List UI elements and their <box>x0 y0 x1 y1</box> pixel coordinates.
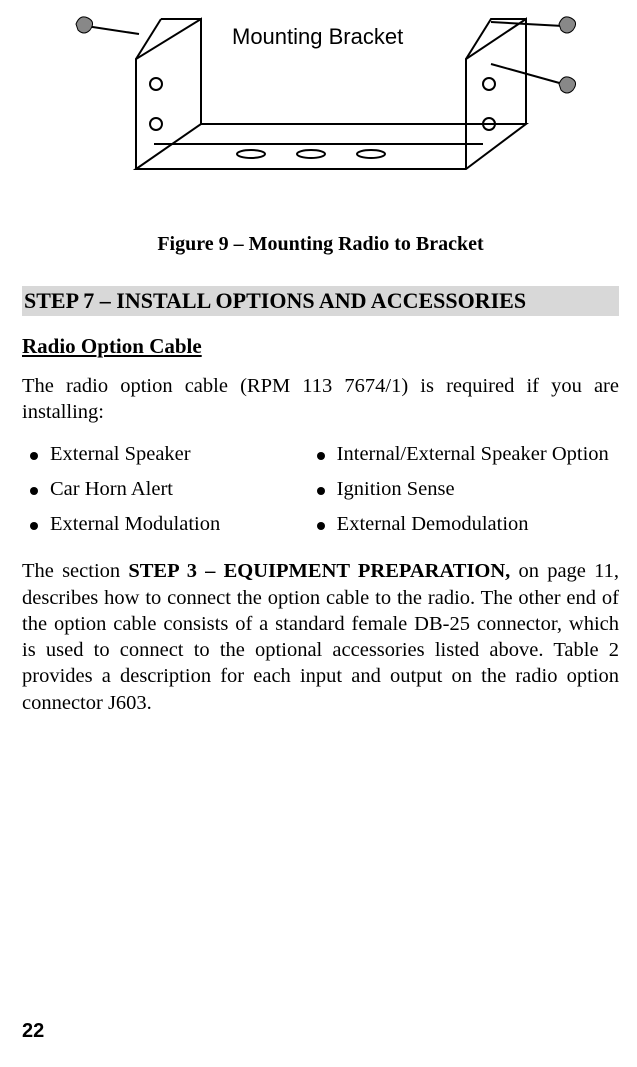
bullet-icon <box>30 487 38 495</box>
bullet-col-left: External Speaker Car Horn Alert External… <box>22 443 285 548</box>
bullet-text: External Speaker <box>50 443 191 466</box>
list-item: Internal/External Speaker Option <box>309 443 619 466</box>
body-paragraph: The section STEP 3 – EQUIPMENT PREPARATI… <box>22 558 619 715</box>
bullet-icon <box>317 452 325 460</box>
step-heading: STEP 7 – INSTALL OPTIONS AND ACCESSORIES <box>22 286 619 316</box>
bullet-icon <box>30 522 38 530</box>
sub-heading: Radio Option Cable <box>22 334 619 359</box>
bullet-text: Car Horn Alert <box>50 478 173 501</box>
body-bold: STEP 3 – EQUIPMENT PREPARATION, <box>128 560 510 582</box>
bullet-icon <box>317 487 325 495</box>
bullet-text: Ignition Sense <box>337 478 455 501</box>
figure-label: Mounting Bracket <box>232 24 403 50</box>
page-number: 22 <box>22 1020 44 1043</box>
bullet-text: External Demodulation <box>337 513 529 536</box>
list-item: Car Horn Alert <box>22 478 285 501</box>
bullet-icon <box>317 522 325 530</box>
bullet-text: Internal/External Speaker Option <box>337 443 609 466</box>
figure-caption: Figure 9 – Mounting Radio to Bracket <box>22 233 619 256</box>
body-pre: The section <box>22 560 128 582</box>
bullet-col-right: Internal/External Speaker Option Ignitio… <box>309 443 619 548</box>
bullet-columns: External Speaker Car Horn Alert External… <box>22 443 619 548</box>
figure-mounting-bracket: Mounting Bracket <box>22 0 619 199</box>
list-item: Ignition Sense <box>309 478 619 501</box>
intro-paragraph: The radio option cable (RPM 113 7674/1) … <box>22 373 619 425</box>
list-item: External Demodulation <box>309 513 619 536</box>
list-item: External Speaker <box>22 443 285 466</box>
list-item: External Modulation <box>22 513 285 536</box>
bullet-icon <box>30 452 38 460</box>
body-post: on page 11, describes how to connect the… <box>22 560 619 713</box>
bullet-text: External Modulation <box>50 513 220 536</box>
